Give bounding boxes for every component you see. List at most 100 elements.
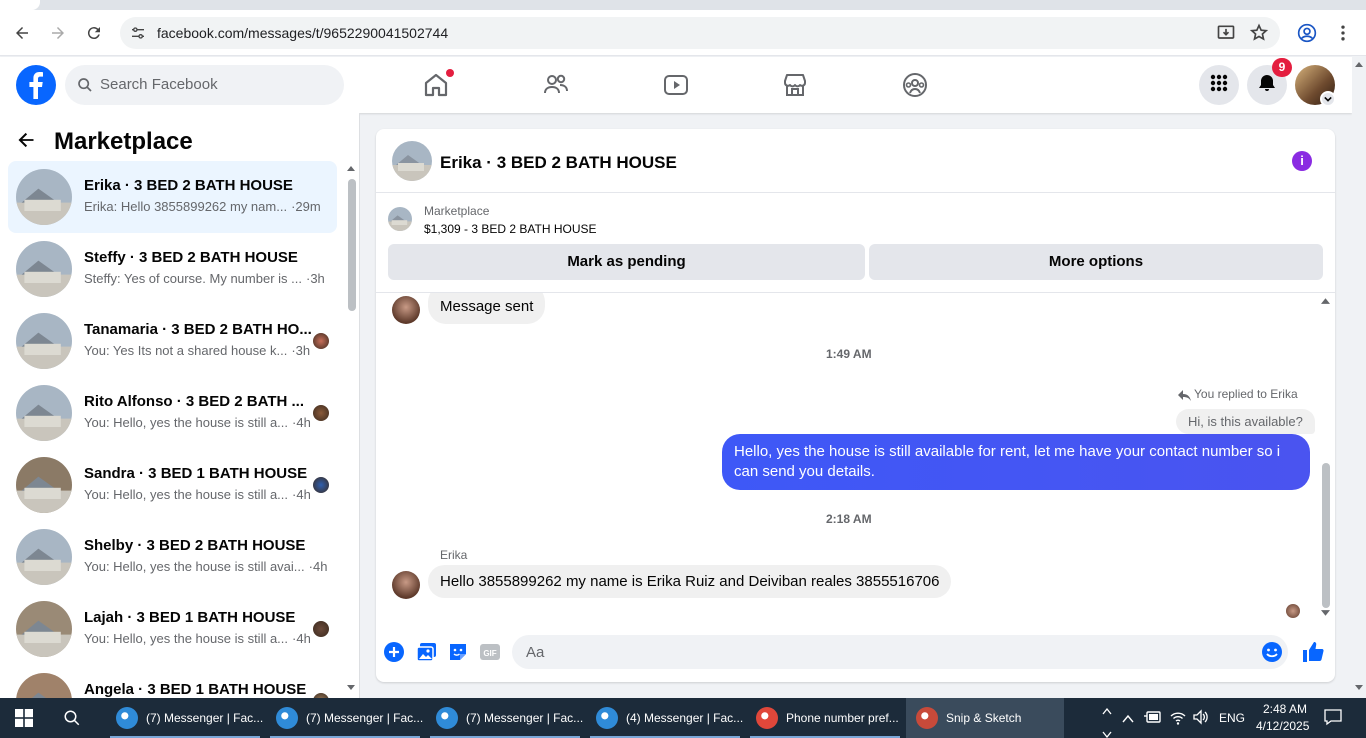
chrome-icon [756,707,778,729]
conversation-item[interactable]: Lajah · 3 BED 1 BATH HOUSE You: Hello, ye… [8,593,337,665]
show-hidden-icons-icon[interactable] [1122,711,1134,729]
svg-text:GIF: GIF [483,649,496,658]
scrollbar-thumb[interactable] [348,179,356,311]
page-scrollbar[interactable] [1352,57,1366,698]
windows-start-icon[interactable] [15,709,33,732]
taskbar-scroll-down-icon[interactable] [1102,725,1112,738]
conversation-item[interactable]: Erika · 3 BED 2 BATH HOUSE Erika: Hello 3… [8,161,337,233]
plus-circle-icon[interactable] [383,641,405,663]
taskbar-app-button[interactable]: (7) Messenger | Fac... [106,698,264,738]
marketplace-icon[interactable] [781,71,809,99]
groups-icon[interactable] [901,71,929,99]
search-facebook-input[interactable]: Search Facebook [65,65,344,105]
preview-text: You: Hello, yes the house is still a... [84,487,289,502]
conversation-title: Rito Alfonso · 3 BED 2 BATH ... [84,393,304,410]
conversation-time: ·4h [292,415,311,430]
conversation-item[interactable]: Shelby · 3 BED 2 BATH HOUSE You: Hello, y… [8,521,337,593]
seen-receipt-avatar [313,621,329,637]
bookmark-star-icon[interactable] [1249,23,1269,48]
listing-thumbnail [16,385,72,441]
conversation-item[interactable]: Angela · 3 BED 1 BATH HOUSE [8,665,337,698]
profile-icon[interactable] [1297,23,1317,48]
install-app-icon[interactable] [1216,23,1236,48]
mark-as-pending-button[interactable]: Mark as pending [388,244,865,280]
conversation-preview: You: Hello, yes the house is still a... ·… [84,631,311,646]
active-tab[interactable] [0,0,40,10]
conversation-item[interactable]: Rito Alfonso · 3 BED 2 BATH ... You: Hell… [8,377,337,449]
friends-icon[interactable] [542,71,570,99]
snip-sketch-icon [916,707,938,729]
taskbar-app-button[interactable]: (7) Messenger | Fac... [426,698,584,738]
bell-icon [1257,73,1277,98]
notification-count-badge: 9 [1272,58,1292,77]
taskbar-app-button[interactable]: Phone number pref... [746,698,904,738]
listing-thumbnail[interactable] [388,207,412,231]
taskbar-scroll-up-icon[interactable] [1102,702,1112,720]
site-info-icon[interactable] [130,25,146,46]
chat-title[interactable]: Erika · 3 BED 2 BATH HOUSE [440,153,677,173]
conversation-item[interactable]: Sandra · 3 BED 1 BATH HOUSE You: Hello, y… [8,449,337,521]
gif-icon[interactable]: GIF [479,641,501,663]
info-icon[interactable]: i [1292,151,1312,171]
thumbs-up-icon[interactable] [1301,640,1324,662]
back-arrow-icon[interactable] [16,130,36,155]
listing-avatar[interactable] [392,141,432,181]
conversation-time: ·3h [291,343,311,358]
back-icon[interactable] [11,22,33,44]
taskbar-app-label: (7) Messenger | Fac... [306,711,424,725]
listing-thumbnail [16,529,72,585]
taskbar-app-button[interactable]: (4) Messenger | Fac... [586,698,744,738]
taskbar-app-button[interactable]: Snip & Sketch [906,698,1064,738]
message-input[interactable]: Aa [512,635,1288,669]
quoted-message[interactable]: Hi, is this available? [1176,409,1315,434]
taskbar-app-label: Phone number pref... [786,711,899,725]
facebook-logo-icon[interactable] [16,65,56,105]
listing-thumbnail [16,601,72,657]
conversation-title: Angela · 3 BED 1 BATH HOUSE [84,681,307,698]
conversation-item[interactable]: Tanamaria · 3 BED 2 BATH HO... You: Yes I… [8,305,337,377]
input-language[interactable]: ENG [1219,711,1245,725]
taskbar-app-button[interactable]: (7) Messenger | Fac... [266,698,424,738]
listing-thumbnail [16,169,72,225]
taskbar-app-label: (4) Messenger | Fac... [626,711,744,725]
thread-scroll-up-icon[interactable] [1321,297,1330,304]
volume-icon[interactable] [1192,709,1210,730]
conversation-item[interactable]: Steffy · 3 BED 2 BATH HOUSE Steffy: Yes o… [8,233,337,305]
url-text[interactable]: facebook.com/messages/t/9652290041502744 [157,25,448,41]
clock-time[interactable]: 2:48 AM [1263,702,1307,716]
forward-icon[interactable] [47,22,69,44]
conversation-title: Steffy · 3 BED 2 BATH HOUSE [84,249,298,266]
search-placeholder: Search Facebook [100,76,218,93]
video-icon[interactable] [662,71,690,99]
reload-icon[interactable] [83,22,105,44]
sender-avatar[interactable] [392,296,420,324]
panel-header: Marketplace [16,125,193,159]
notifications-center-icon[interactable] [1324,708,1342,731]
preview-text: You: Hello, yes the house is still a... [84,631,289,646]
battery-icon[interactable] [1144,709,1162,730]
search-icon[interactable] [63,709,81,732]
wifi-icon[interactable] [1169,708,1187,731]
clock-date[interactable]: 4/12/2025 [1256,719,1309,733]
photo-icon[interactable] [416,641,438,663]
emoji-icon[interactable] [1261,641,1283,668]
preview-text: Steffy: Yes of course. My number is ... [84,271,302,286]
listing-price-title[interactable]: $1,309 - 3 BED 2 BATH HOUSE [424,222,597,236]
conversation-title: Lajah · 3 BED 1 BATH HOUSE [84,609,296,626]
conversation-preview: You: Hello, yes the house is still a... ·… [84,415,311,430]
thread-scrollbar-thumb[interactable] [1322,463,1330,608]
thread-scroll-down-icon[interactable] [1321,610,1330,617]
sticker-icon[interactable] [447,641,469,663]
marketplace-listing-bar: Marketplace $1,309 - 3 BED 2 BATH HOUSE … [376,193,1335,293]
reply-arrow-icon [1178,388,1191,406]
browser-menu-icon[interactable] [1335,23,1351,48]
address-bar[interactable]: facebook.com/messages/t/9652290041502744 [120,17,1280,49]
sender-name: Erika [440,548,468,562]
conversation-preview: You: Hello, yes the house is still avai.… [84,559,327,574]
chevron-down-icon[interactable] [1320,91,1336,107]
sender-avatar[interactable] [392,571,420,599]
timestamp: 1:49 AM [826,347,872,361]
menu-grid-button[interactable] [1199,65,1239,105]
more-options-button[interactable]: More options [869,244,1323,280]
chrome-icon [436,707,458,729]
